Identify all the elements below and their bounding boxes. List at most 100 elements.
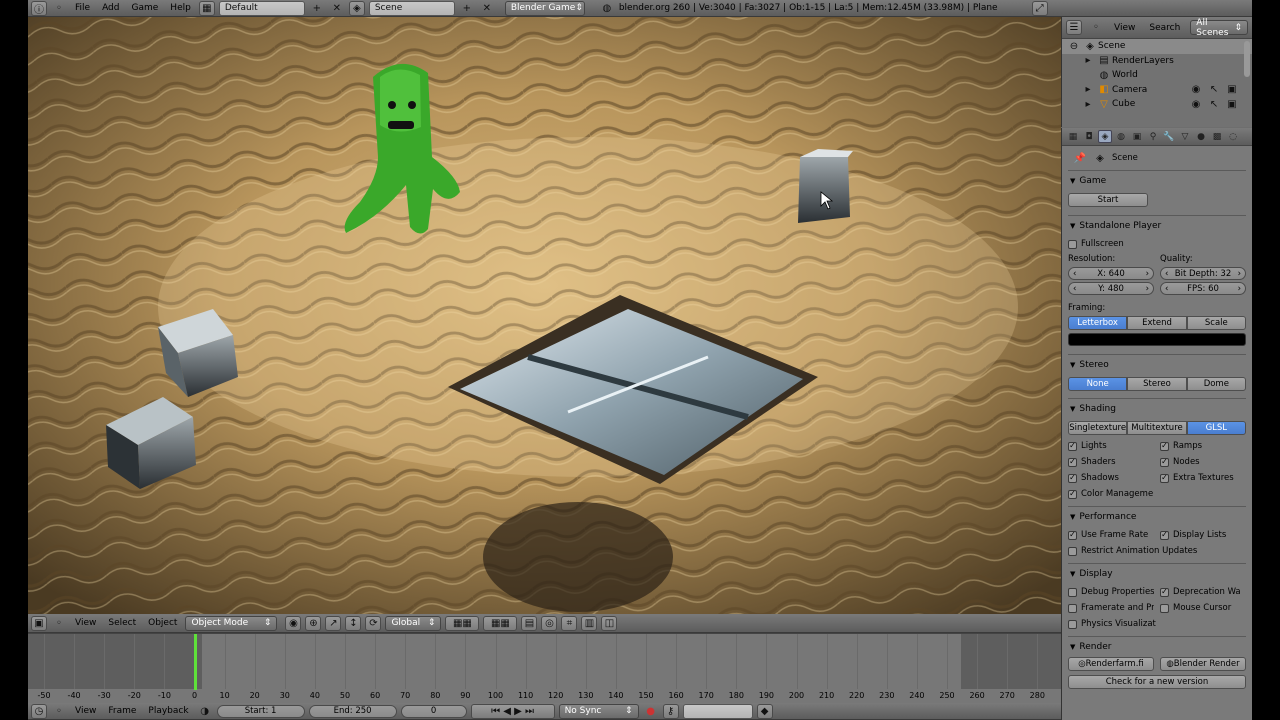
menu-view[interactable]: View (71, 618, 100, 628)
snap-icon[interactable]: ⌗ (561, 615, 578, 631)
use-frame-rate-checkbox[interactable]: ✓ Use Frame Rate (1068, 527, 1154, 543)
menu-view[interactable]: View (71, 706, 100, 716)
resolution-x-field[interactable]: ‹ X: 640 › (1068, 267, 1154, 280)
modifier-tab-icon[interactable]: 🔧 (1162, 130, 1176, 143)
stereo-none-button[interactable]: None (1068, 377, 1128, 391)
framing-extend-button[interactable]: Extend (1127, 316, 1187, 330)
keying-set-icon[interactable]: ⚷ (662, 703, 679, 719)
lights-checkbox[interactable]: ✓ Lights (1068, 438, 1154, 454)
timeline-editor[interactable]: -50 -40 -30 -20 -10 0 10 20 30 40 50 60 70 80 90 100 110… (28, 633, 1061, 703)
outliner-row-camera[interactable]: ▸ ◧ Camera ◉ ↖ ▣ (1062, 83, 1252, 98)
add-screen-icon[interactable]: + (309, 1, 325, 15)
physics-visualization-checkbox[interactable]: Physics Visualizat (1068, 616, 1246, 632)
menu-add[interactable]: Add (98, 3, 123, 13)
rotate-icon[interactable]: ⟳ (365, 615, 382, 631)
renderfarm-button[interactable]: ◎ Renderfarm.fi (1068, 657, 1154, 671)
collapse-menus-icon[interactable]: ◦ (51, 704, 67, 718)
keying-set-field[interactable] (682, 703, 753, 719)
render-preview-icon[interactable]: ◫ (601, 615, 618, 631)
end-frame-field[interactable]: End: 250 (308, 704, 397, 718)
screen-layout-icon[interactable]: ▦ (198, 0, 215, 16)
shaders-checkbox[interactable]: ✓ Shaders (1068, 454, 1154, 470)
stereo-panel-header[interactable]: ▼ Stereo (1068, 355, 1246, 375)
menu-search[interactable]: Search (1145, 23, 1184, 33)
world-tab-icon[interactable]: ◍ (1114, 130, 1128, 143)
snap-element-icon[interactable]: ▥ (581, 615, 598, 631)
fullscreen-toggle-icon[interactable]: ⤢ (1031, 0, 1048, 16)
decrement-icon[interactable]: ‹ (1165, 284, 1168, 294)
layers-grid-2-icon[interactable]: ▦▦ (483, 615, 518, 631)
increment-icon[interactable]: › (1238, 269, 1241, 279)
menu-select[interactable]: Select (104, 618, 140, 628)
resolution-y-field[interactable]: ‹ Y: 480 › (1068, 282, 1154, 295)
collapse-menus-icon[interactable]: ◦ (51, 1, 67, 15)
restrict-animation-checkbox[interactable]: Restrict Animation Updates (1068, 543, 1246, 559)
render-panel-header[interactable]: ▼ Render (1068, 637, 1246, 657)
debug-properties-checkbox[interactable]: Debug Properties (1068, 584, 1154, 600)
remove-screen-icon[interactable]: ✕ (329, 1, 345, 15)
ramps-checkbox[interactable]: ✓ Ramps (1160, 438, 1246, 454)
menu-file[interactable]: File (71, 3, 94, 13)
render-camera-icon[interactable]: ▣ (1224, 97, 1240, 111)
outliner-row-world[interactable]: ◍ World (1062, 68, 1252, 83)
menu-game[interactable]: Game (128, 3, 163, 13)
start-game-button[interactable]: Start (1068, 193, 1148, 207)
visibility-eye-icon[interactable]: ◉ (1188, 97, 1204, 111)
orientation-dropdown[interactable]: Global ⇕ (385, 615, 442, 631)
fps-field[interactable]: ‹ FPS: 60 › (1160, 282, 1246, 295)
visibility-eye-icon[interactable]: ◉ (1188, 83, 1204, 97)
framing-letterbox-button[interactable]: Letterbox (1068, 316, 1128, 330)
framing-color-swatch[interactable] (1068, 333, 1246, 346)
stereo-dome-button[interactable]: Dome (1186, 377, 1246, 391)
shading-glsl-button[interactable]: GLSL (1186, 421, 1246, 435)
increment-icon[interactable]: › (1146, 269, 1149, 279)
shading-multitexture-button[interactable]: Multitexture (1127, 421, 1187, 435)
menu-playback[interactable]: Playback (144, 706, 192, 716)
editor-type-icon[interactable]: ◷ (31, 703, 47, 719)
decrement-icon[interactable]: ‹ (1073, 269, 1076, 279)
outliner-row-scene[interactable]: ⊖ ◈ Scene (1062, 39, 1252, 54)
outliner-row-cube[interactable]: ▸ ▽ Cube ◉ ↖ ▣ (1062, 97, 1252, 112)
object-tab-icon[interactable]: ▣ (1130, 130, 1144, 143)
menu-view[interactable]: View (1110, 23, 1139, 33)
pivot-icon[interactable]: ⊕ (305, 615, 322, 631)
constraint-tab-icon[interactable]: ⚲ (1146, 130, 1160, 143)
menu-object[interactable]: Object (144, 618, 181, 628)
mouse-cursor-checkbox[interactable]: Mouse Cursor (1160, 600, 1246, 616)
display-mode-dropdown[interactable]: All Scenes ⇕ (1190, 18, 1248, 38)
editor-type-icon[interactable]: ☰ (1066, 20, 1082, 35)
deprecation-warnings-checkbox[interactable]: ✓ Deprecation Wa (1160, 584, 1246, 600)
remove-scene-icon[interactable]: ✕ (479, 1, 495, 15)
render-camera-icon[interactable]: ▣ (1224, 83, 1240, 97)
extra-textures-checkbox[interactable]: ✓ Extra Textures (1160, 470, 1246, 486)
render-engine-dropdown[interactable]: Blender Game ⇕ (504, 0, 585, 16)
3d-viewport[interactable] (28, 17, 1061, 614)
editor-type-icon[interactable]: ▦ (1066, 130, 1080, 143)
expand-icon[interactable]: ▸ (1080, 83, 1096, 97)
increment-icon[interactable]: › (1238, 284, 1241, 294)
nodes-checkbox[interactable]: ✓ Nodes (1160, 454, 1246, 470)
insert-keyframe-icon[interactable]: ◆ (756, 703, 773, 719)
shading-singletexture-button[interactable]: Singletexture (1068, 421, 1128, 435)
check-version-button[interactable]: Check for a new version (1068, 675, 1246, 689)
display-panel-header[interactable]: ▼ Display (1068, 564, 1246, 584)
current-frame-indicator[interactable] (193, 634, 197, 690)
sync-dropdown[interactable]: No Sync ⇕ (558, 703, 639, 719)
lock-camera-icon[interactable]: ▤ (521, 615, 538, 631)
shadows-checkbox[interactable]: ✓ Shadows (1068, 470, 1154, 486)
mode-dropdown[interactable]: Object Mode ⇕ (185, 615, 278, 631)
collapse-menus-icon[interactable]: ◦ (51, 616, 67, 630)
menu-help[interactable]: Help (166, 3, 195, 13)
physics-tab-icon[interactable]: ◌ (1226, 130, 1240, 143)
decrement-icon[interactable]: ‹ (1165, 269, 1168, 279)
select-arrow-icon[interactable]: ↖ (1206, 97, 1222, 111)
texture-tab-icon[interactable]: ▩ (1210, 130, 1224, 143)
layers-grid-icon[interactable]: ▦▦ (445, 615, 480, 631)
scene-icon[interactable]: ◈ (348, 0, 365, 16)
data-tab-icon[interactable]: ▽ (1178, 130, 1192, 143)
expand-icon[interactable]: ▸ (1080, 54, 1096, 68)
collapse-menus-icon[interactable]: ◦ (1088, 21, 1104, 35)
screen-layout-field[interactable]: Default (218, 0, 305, 16)
framerate-profile-checkbox[interactable]: Framerate and Pr (1068, 600, 1154, 616)
increment-icon[interactable]: › (1146, 284, 1149, 294)
